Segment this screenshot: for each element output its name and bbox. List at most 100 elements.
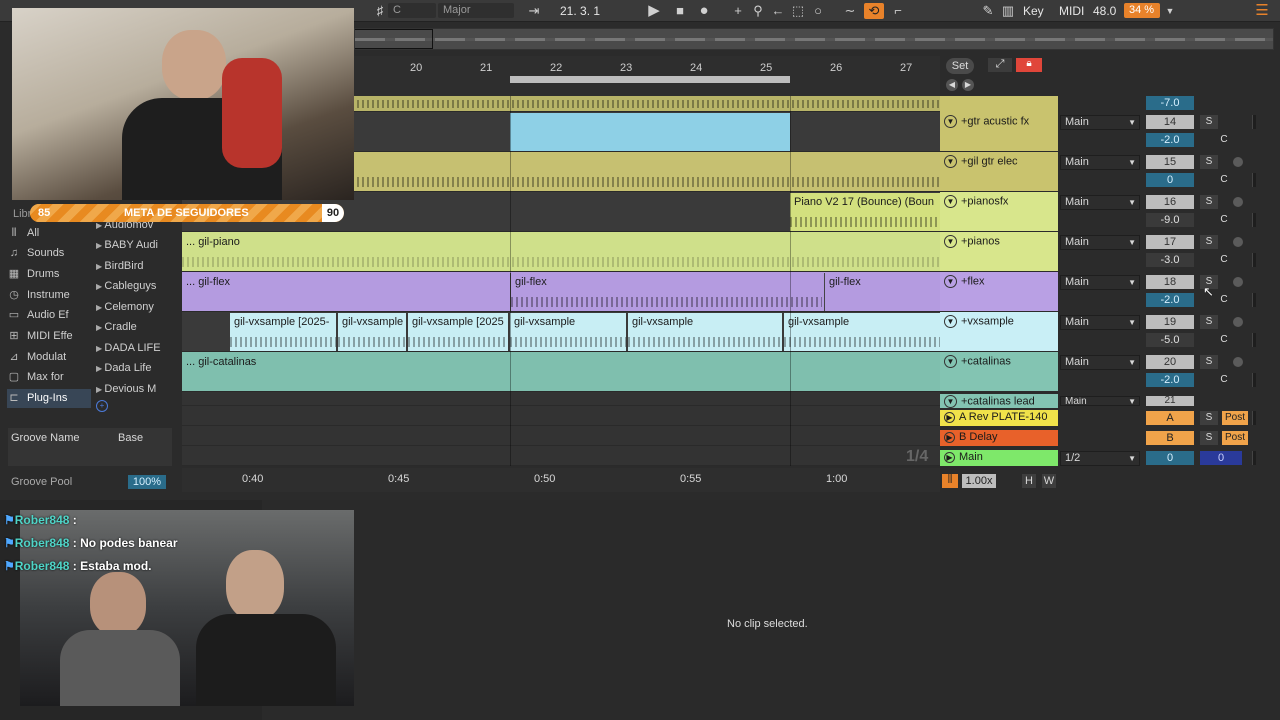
fold-icon[interactable]: ▼ <box>944 315 957 328</box>
song-position[interactable]: 21. 3. 1 <box>560 4 600 18</box>
volume-field[interactable]: -3.0 <box>1146 253 1194 267</box>
return-header[interactable]: ▶ A Rev PLATE-140 <box>940 410 1058 426</box>
volume-field[interactable]: -2.0 <box>1146 373 1194 387</box>
key-select[interactable]: C <box>388 3 436 18</box>
clip[interactable]: ... gil-piano <box>182 233 940 271</box>
browser-category[interactable]: ♫ Sounds <box>7 244 91 263</box>
track-number[interactable]: 20 <box>1146 355 1194 369</box>
scale-mode-icon[interactable]: ♯ <box>372 3 388 19</box>
key-map-label[interactable]: Key <box>1023 4 1044 18</box>
solo-button[interactable]: S <box>1200 431 1218 445</box>
clip[interactable]: gil-vxsample [2025 <box>408 313 508 351</box>
browser-item[interactable]: Cradle <box>96 318 170 337</box>
clip[interactable]: gil-vxsample <box>784 313 940 351</box>
track-header[interactable]: ▼ +flex <box>940 272 1058 311</box>
browser-item[interactable]: BirdBird <box>96 257 170 276</box>
return-header[interactable]: ▶ B Delay <box>940 430 1058 446</box>
main-volume[interactable]: 0 <box>1146 451 1194 465</box>
browser-category[interactable]: ⊿ Modulat <box>7 348 91 367</box>
h-button[interactable]: H <box>1022 474 1036 488</box>
chevron-down-icon[interactable]: ▼ <box>1162 3 1178 19</box>
track-header[interactable] <box>940 96 1058 112</box>
clip[interactable]: gil-vxsample [2025- <box>230 313 336 351</box>
session-record-icon[interactable]: ○ <box>810 3 826 19</box>
arm-icon[interactable] <box>1233 197 1243 207</box>
fold-icon[interactable]: ▼ <box>944 395 957 408</box>
arm-icon[interactable] <box>1233 237 1243 247</box>
track-number[interactable]: 14 <box>1146 115 1194 129</box>
browser-category[interactable]: ◷ Instrume <box>7 286 91 305</box>
arm-icon[interactable] <box>1233 317 1243 327</box>
grid-quantization[interactable]: 1/4 <box>906 448 928 466</box>
volume-field[interactable]: -9.0 <box>1146 213 1194 227</box>
punch-icon[interactable]: ⌐ <box>890 3 906 19</box>
pan-field[interactable]: C <box>1216 373 1232 387</box>
output-select[interactable]: Main <box>1060 355 1140 370</box>
pan-field[interactable]: C <box>1216 173 1232 187</box>
track-header[interactable]: ▼ +vxsample <box>940 312 1058 351</box>
track-number[interactable]: 19 <box>1146 315 1194 329</box>
fold-icon[interactable]: ▼ <box>944 115 957 128</box>
solo-button[interactable]: S <box>1200 195 1218 209</box>
track-header[interactable]: ▼ +gtr acustic fx <box>940 112 1058 151</box>
browser-category[interactable]: ⊞ MIDI Effe <box>7 327 91 346</box>
play-icon[interactable]: ▶ <box>944 451 955 463</box>
fold-icon[interactable]: ▼ <box>944 155 957 168</box>
main-pan[interactable]: 0 <box>1200 451 1242 465</box>
tempo-scale[interactable]: 1.00x <box>962 474 996 488</box>
return-letter[interactable]: B <box>1146 431 1194 445</box>
return-lane[interactable] <box>182 406 940 426</box>
browser-category[interactable]: ▦ Drums <box>7 265 91 284</box>
midi-map-label[interactable]: MIDI <box>1059 4 1084 18</box>
main-header[interactable]: ▶ Main <box>940 450 1058 466</box>
arm-icon[interactable] <box>1233 157 1243 167</box>
browser-category[interactable]: ▢ Max for <box>7 368 91 387</box>
track-header[interactable]: ▼ +pianos <box>940 232 1058 271</box>
solo-button[interactable]: S <box>1200 235 1218 249</box>
track-number[interactable]: 18 <box>1146 275 1194 289</box>
output-select[interactable]: Main <box>1060 315 1140 330</box>
record-icon[interactable]: ● <box>696 3 712 19</box>
track-lane[interactable]: ... gil-flex gil-flex gil-flex <box>182 272 940 312</box>
track-number[interactable]: 17 <box>1146 235 1194 249</box>
beat-ruler[interactable]: 20 21 22 23 24 25 26 27 <box>354 56 940 96</box>
track-number[interactable]: 15 <box>1146 155 1194 169</box>
arrangement-overview[interactable] <box>354 28 1274 50</box>
browser-category[interactable]: ▭ Audio Ef <box>7 306 91 325</box>
pan-field[interactable]: C <box>1216 213 1232 227</box>
pan-field[interactable]: C <box>1216 133 1232 147</box>
arm-icon[interactable] <box>1233 277 1243 287</box>
keyboard-icon[interactable]: ▥ <box>1000 3 1016 19</box>
prev-locator-icon[interactable]: ◀ <box>946 79 958 91</box>
arm-icon[interactable] <box>1233 357 1243 367</box>
clip[interactable]: ... gil-catalinas <box>182 353 940 391</box>
browser-category[interactable]: ⊏ Plug-Ins <box>7 389 91 408</box>
next-locator-icon[interactable]: ▶ <box>962 79 974 91</box>
solo-button[interactable]: S <box>1200 355 1218 369</box>
fold-icon[interactable]: ▼ <box>944 355 957 368</box>
track-lane[interactable] <box>182 392 940 406</box>
solo-button[interactable]: S <box>1200 115 1218 129</box>
browser-item[interactable]: Dada Life <box>96 359 170 378</box>
overdub-icon[interactable]: + <box>730 3 746 19</box>
output-select[interactable]: Main <box>1060 275 1140 290</box>
play-icon[interactable]: ▶ <box>944 431 955 443</box>
scale-select[interactable]: Major <box>438 3 514 18</box>
output-select[interactable]: Main <box>1060 155 1140 170</box>
post-toggle[interactable]: Post <box>1222 411 1248 425</box>
volume-field[interactable]: -2.0 <box>1146 293 1194 307</box>
follow-icon[interactable]: ⇥ <box>526 3 542 19</box>
track-number[interactable]: 21 <box>1146 396 1194 406</box>
add-folder-icon[interactable]: + <box>96 400 108 412</box>
track-header[interactable]: ▼ +catalinas <box>940 352 1058 391</box>
browser-item[interactable]: DADA LIFE <box>96 339 170 358</box>
fold-icon[interactable]: ▼ <box>944 275 957 288</box>
fold-icon[interactable]: ▼ <box>944 195 957 208</box>
track-header[interactable]: ▼ +catalinas lead <box>940 394 1058 408</box>
menu-icon[interactable]: ☰ <box>1254 3 1270 19</box>
return-lane[interactable] <box>182 426 940 446</box>
capture-icon[interactable]: ⬚ <box>790 3 806 19</box>
track-header[interactable]: ▼ +pianosfx <box>940 192 1058 231</box>
output-select[interactable]: Main <box>1060 115 1140 130</box>
waveform-icon[interactable]: ⫼ <box>942 474 958 488</box>
